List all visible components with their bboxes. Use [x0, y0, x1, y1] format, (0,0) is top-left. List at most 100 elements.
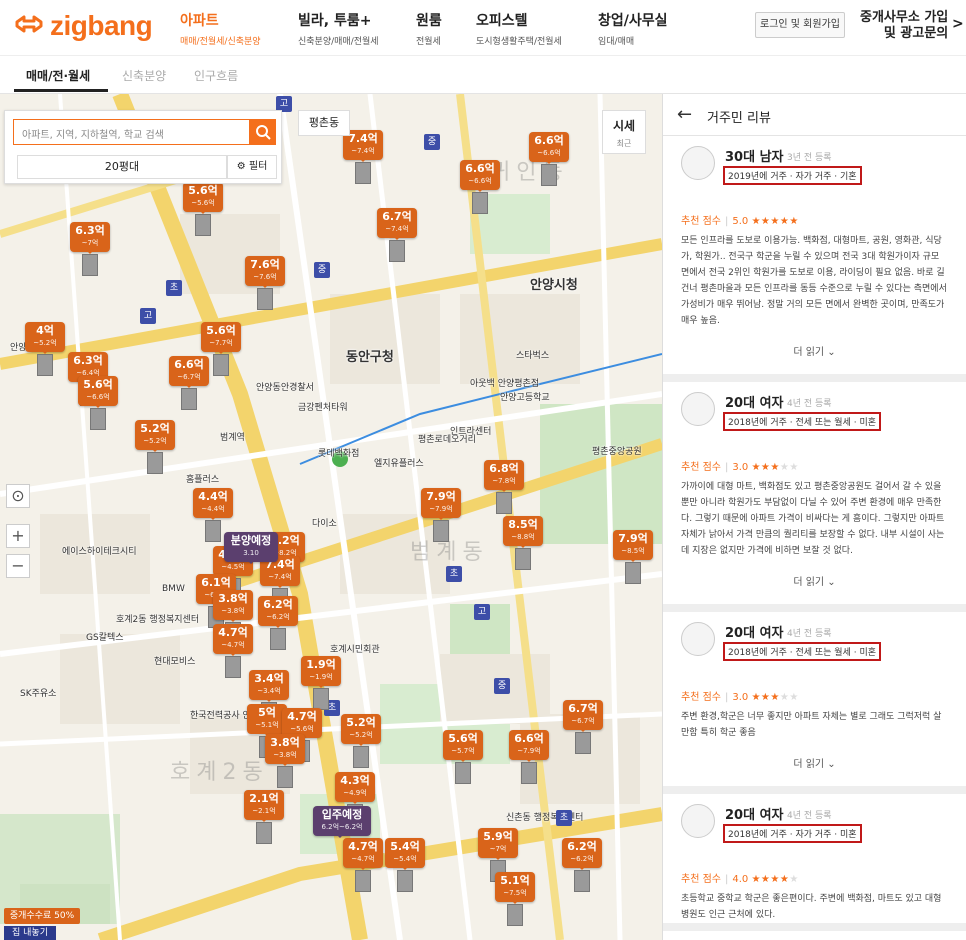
price-marker[interactable]: 4.7억 ~4.7억 — [343, 838, 383, 892]
place-label[interactable]: 스타벅스 — [516, 348, 549, 361]
price-marker[interactable]: 7.9억 ~8.5억 — [613, 530, 653, 584]
zigbang-logo[interactable]: zigbang — [14, 10, 153, 42]
locate-button[interactable]: ⊙ — [6, 484, 30, 508]
list-house-button[interactable]: 집 내놓기 — [4, 926, 56, 940]
marker-range: ~4.7억 — [351, 855, 375, 863]
map-view[interactable]: 범계동 호계2동 귀인동 안양시청 동안구청 평촌로데오거리 호계시민회관 롯데… — [0, 94, 662, 940]
read-more-button[interactable]: 더 읽기 ⌄ — [663, 741, 966, 786]
place-label[interactable]: 홈플러스 — [186, 472, 219, 485]
building-icon — [37, 354, 53, 376]
price-toggle[interactable]: 시세 최근 — [602, 110, 646, 154]
tab-population[interactable]: 인구흐름 — [194, 67, 238, 84]
nav-oneroom[interactable]: 원룸 전월세 — [416, 10, 442, 47]
price-marker[interactable]: 3.8억 ~3.8억 — [265, 734, 305, 788]
building-icon — [541, 164, 557, 186]
marker-range: ~7.9억 — [517, 747, 541, 755]
price-marker[interactable]: 4.7억 ~4.7억 — [213, 624, 253, 678]
price-marker[interactable]: 1.9억 ~1.9억 — [301, 656, 341, 710]
place-label[interactable]: 롯데백화점 — [318, 446, 359, 459]
price-marker[interactable]: 6.3억 ~7억 — [70, 222, 110, 276]
place-label[interactable]: 안양시청 — [530, 274, 578, 293]
marker-price: 6.6억 — [514, 732, 544, 745]
price-marker[interactable]: 5.2억 ~5.2억 — [341, 714, 381, 768]
price-marker[interactable]: 5.6억 ~5.6억 — [183, 182, 223, 236]
place-label[interactable]: GS칼텍스 — [86, 630, 124, 643]
price-marker[interactable]: 5.9억 ~7억 — [478, 828, 518, 882]
price-marker[interactable]: 4.3억 ~4.9억 — [335, 772, 375, 826]
score-value: 4.0 — [732, 874, 749, 885]
price-marker[interactable]: 6.2억 ~6.2억 — [258, 596, 298, 650]
panel-header: ← 거주민 리뷰 — [663, 94, 966, 136]
place-label[interactable]: 아웃백 안양평촌점 — [470, 376, 539, 389]
place-label[interactable]: 안양동안경찰서 — [256, 380, 314, 393]
price-marker[interactable]: 6.6억 ~6.6억 — [460, 160, 500, 214]
price-marker[interactable]: 5.6억 ~7.7억 — [201, 322, 241, 376]
price-marker[interactable]: 6.7억 ~7.4억 — [377, 208, 417, 262]
nav-villa[interactable]: 빌라, 투룸+ 신축분양/매매/전월세 — [298, 10, 379, 47]
marker-range: ~5.2억 — [143, 437, 167, 445]
price-marker[interactable]: 7.9억 ~7.9억 — [421, 488, 461, 542]
price-marker[interactable]: 6.6억 ~6.6억 — [529, 132, 569, 186]
filter-button[interactable]: ⚙ 필터 — [227, 155, 277, 179]
price-marker[interactable]: 5.6억 ~6.6억 — [78, 376, 118, 430]
size-selector[interactable]: 20평대 — [17, 155, 227, 179]
tab-trade[interactable]: 매매/전·월세 — [26, 67, 90, 84]
price-marker[interactable]: 6.6억 ~7.9억 — [509, 730, 549, 784]
tab-new-sale[interactable]: 신축분양 — [122, 67, 166, 84]
place-label[interactable]: 엘지유플러스 — [374, 456, 424, 469]
price-marker[interactable]: 6.8억 ~7.8억 — [484, 460, 524, 514]
marker-price: 5.6억 — [206, 324, 236, 337]
star-rating-icon: ★★★★★ — [751, 216, 798, 227]
place-label[interactable]: 다이소 — [312, 516, 337, 529]
building-icon — [313, 688, 329, 710]
back-arrow-icon[interactable]: ← — [677, 104, 692, 125]
price-marker[interactable]: 5억 ~5.1억 — [247, 704, 287, 758]
price-marker[interactable]: 5.6억 ~5.7억 — [443, 730, 483, 784]
search-button[interactable] — [250, 119, 276, 145]
price-marker[interactable]: 8.5억 ~8.8억 — [503, 516, 543, 570]
price-marker[interactable]: 4억 ~5.2억 — [25, 322, 65, 376]
price-marker[interactable]: 6.7억 ~6.7억 — [563, 700, 603, 754]
search-input[interactable]: 아파트, 지역, 지하철역, 학교 검색 — [13, 119, 250, 145]
dong-chip[interactable]: 평촌동 — [298, 110, 350, 136]
place-label[interactable]: SK주유소 — [20, 686, 56, 699]
price-marker[interactable]: 7.6억 ~7.6억 — [245, 256, 285, 310]
place-label[interactable]: 평촌중앙공원 — [592, 444, 642, 457]
move-in-marker[interactable]: 입주예정 6.2억~6.2억 — [313, 806, 371, 838]
place-label[interactable]: 현대모비스 — [154, 654, 195, 667]
price-marker[interactable]: 2.1억 ~2.1억 — [244, 790, 284, 844]
place-label[interactable]: 인트라센터 — [450, 424, 491, 437]
zoom-out-button[interactable]: − — [6, 554, 30, 578]
presale-marker[interactable]: 분양예정 3.10 — [224, 532, 278, 564]
price-marker[interactable]: 3.8억 ~3.8억 — [213, 590, 253, 644]
nav-office[interactable]: 창업/사무실 임대/매매 — [598, 10, 668, 47]
marker-price: 5.6억 — [448, 732, 478, 745]
price-marker[interactable]: 5.1억 ~7.5억 — [495, 872, 535, 926]
price-marker[interactable]: 5.2억 ~5.2억 — [135, 420, 175, 474]
marker-range: ~3.4억 — [257, 687, 281, 695]
zoom-in-button[interactable]: + — [6, 524, 30, 548]
price-marker[interactable]: 6.2억 ~6.2억 — [562, 838, 602, 892]
nav-officetel[interactable]: 오피스텔 도시형생활주택/전월세 — [476, 10, 562, 47]
broker-signup-link[interactable]: 중개사무소 가입 및 광고문의 — [860, 10, 948, 42]
place-label[interactable]: 호계시민회관 — [330, 642, 380, 655]
place-label[interactable]: 안양고등학교 — [500, 390, 550, 403]
place-label[interactable]: 에이스하이테크시티 — [62, 544, 137, 557]
place-label[interactable]: BMW — [162, 584, 185, 594]
login-button[interactable]: 로그인 및 회원가입 — [755, 12, 845, 38]
nav-apartment[interactable]: 아파트 매매/전월세/신축분양 — [180, 10, 261, 47]
place-label[interactable]: 동안구청 — [346, 346, 394, 365]
read-more-button[interactable]: 더 읽기 ⌄ — [663, 329, 966, 374]
fee-badge[interactable]: 중개수수료 50% — [4, 908, 80, 924]
place-label[interactable]: 범계역 — [220, 430, 245, 443]
chevron-right-icon[interactable]: > — [952, 16, 964, 32]
building-icon — [472, 192, 488, 214]
read-more-button[interactable]: 더 읽기 ⌄ — [663, 559, 966, 604]
price-marker[interactable]: 6.6억 ~6.7억 — [169, 356, 209, 410]
price-marker[interactable]: 5.4억 ~5.4억 — [385, 838, 425, 892]
price-marker[interactable]: 3.4억 ~3.4억 — [249, 670, 289, 724]
price-marker[interactable]: 4.4억 ~4.4억 — [193, 488, 233, 542]
review-card: 30대 남자 3년 전 등록 2019년에 거주 · 자가 거주 · 기혼 추천… — [663, 136, 966, 382]
place-label[interactable]: 금강펜처타워 — [298, 400, 348, 413]
place-label[interactable]: 호계2동 행정복지센터 — [116, 612, 199, 625]
